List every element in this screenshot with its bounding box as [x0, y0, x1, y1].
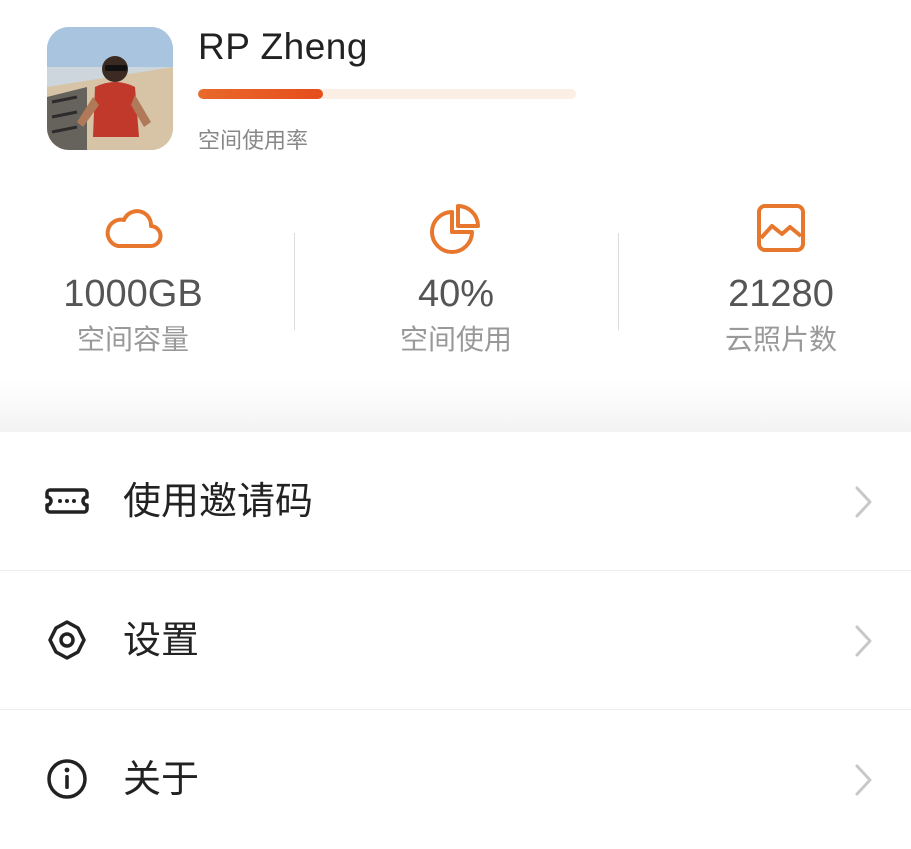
- ticket-icon: [45, 488, 89, 514]
- menu-item-label: 使用邀请码: [123, 479, 314, 523]
- pie-chart-icon: [430, 204, 480, 254]
- chevron-right-icon: [855, 764, 872, 796]
- stat-label: 空间容量: [76, 323, 189, 356]
- settings-menu: 使用邀请码 设置 关于: [0, 432, 911, 849]
- stats-row: 1000GB 空间容量 40% 空间使用 21280 云照片数: [0, 190, 911, 380]
- stat-label: 云照片数: [724, 323, 837, 356]
- menu-item-about[interactable]: 关于: [0, 710, 911, 849]
- usage-label: 空间使用率: [198, 129, 309, 154]
- stat-photos[interactable]: 21280 云照片数: [631, 190, 911, 358]
- usage-progress-fill: [198, 89, 323, 99]
- cloud-icon: [105, 209, 163, 248]
- gear-icon: [48, 620, 86, 660]
- info-icon: [47, 759, 87, 799]
- stat-value: 1000GB: [63, 273, 203, 315]
- stat-capacity[interactable]: 1000GB 空间容量: [0, 190, 283, 358]
- menu-item-settings[interactable]: 设置: [0, 571, 911, 710]
- menu-item-invite-code[interactable]: 使用邀请码: [0, 432, 911, 571]
- stat-value: 21280: [728, 273, 834, 315]
- user-name: RP Zheng: [198, 26, 368, 67]
- usage-progress-bar: [198, 89, 576, 99]
- chevron-right-icon: [855, 486, 872, 518]
- avatar-photo: [47, 27, 173, 150]
- stat-usage[interactable]: 40% 空间使用: [306, 190, 606, 358]
- menu-item-label: 设置: [123, 618, 200, 662]
- image-icon: [757, 204, 805, 252]
- stat-label: 空间使用: [399, 323, 512, 356]
- stat-divider: [294, 233, 295, 330]
- stat-value: 40%: [417, 273, 495, 315]
- section-separator: [0, 380, 911, 432]
- avatar[interactable]: [47, 27, 173, 150]
- menu-item-label: 关于: [123, 757, 200, 801]
- profile-header: RP Zheng 空间使用率: [0, 0, 911, 170]
- chevron-right-icon: [855, 625, 872, 657]
- stat-divider: [618, 233, 619, 330]
